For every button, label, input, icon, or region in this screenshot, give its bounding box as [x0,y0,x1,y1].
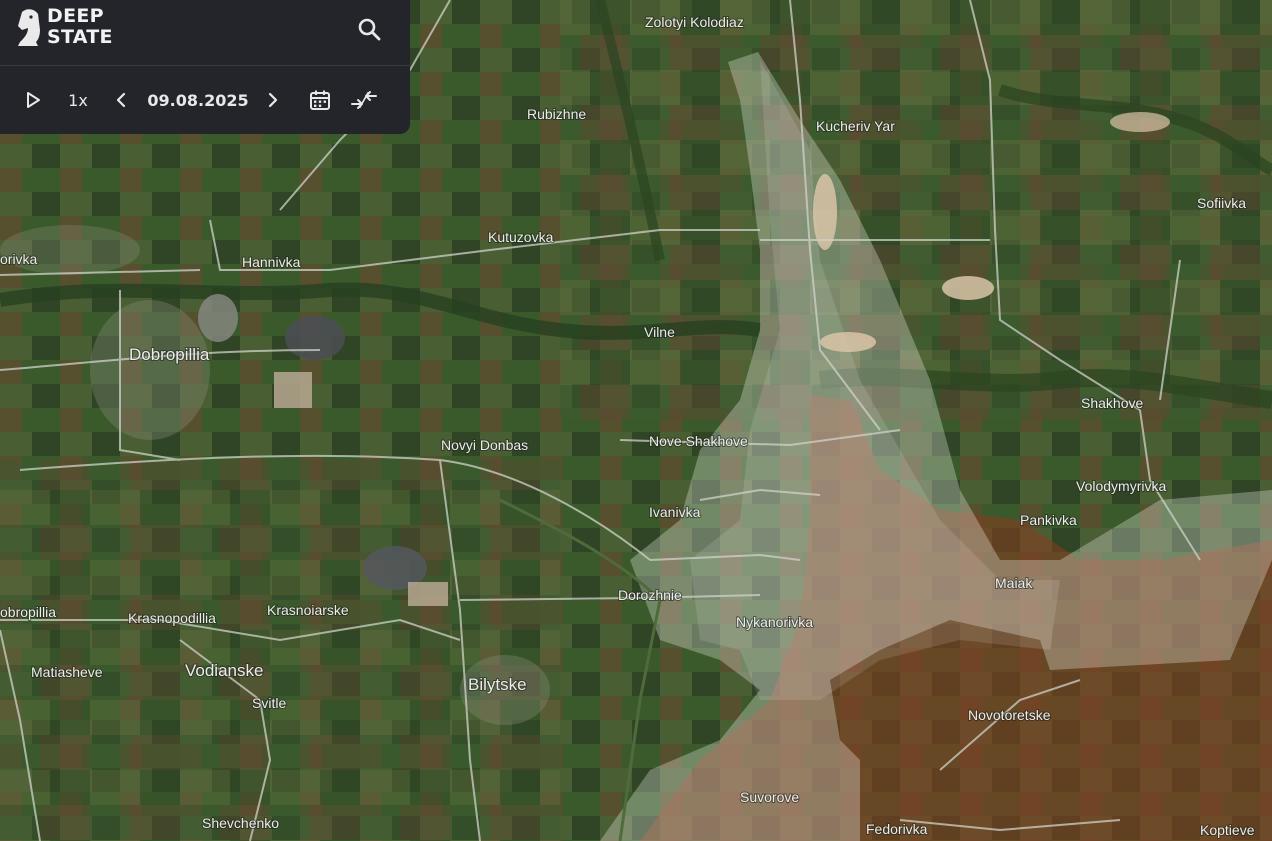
place-label-orivka[interactable]: orivka [0,250,39,268]
place-label-shevchenko[interactable]: Shevchenko [201,814,280,832]
terrain-fields-west [0,460,560,841]
chevron-left-icon [116,92,126,108]
place-label-hannivka[interactable]: Hannivka [241,253,302,271]
place-label-kucheriv-yar[interactable]: Kucheriv Yar [815,117,896,135]
quarry [813,174,837,250]
place-label-ivanivka[interactable]: Ivanivka [648,503,702,521]
place-label-matiasheve[interactable]: Matiasheve [30,663,104,681]
place-label-vodianske[interactable]: Vodianske [184,660,264,681]
search-icon [358,18,381,41]
quarry [285,316,345,360]
place-label-shakhove[interactable]: Shakhove [1080,394,1144,412]
town-area [90,300,210,440]
place-label-pankivka[interactable]: Pankivka [1019,511,1078,529]
place-label-kutuzovka[interactable]: Kutuzovka [487,228,555,246]
place-label-rubizhne[interactable]: Rubizhne [526,105,587,123]
brand-line1: DEEP [47,5,104,27]
quarry [274,372,312,408]
quarry [408,582,448,606]
place-label-koptieve[interactable]: Koptieve [1199,821,1256,839]
place-label-obropillia[interactable]: obropillia [0,603,57,621]
place-label-zolotyi-kolodiaz[interactable]: Zolotyi Kolodiaz [644,13,745,31]
play-button[interactable] [18,82,48,118]
place-label-suvorove[interactable]: Suvorove [739,788,800,806]
brand-name: DEEP STATE [47,6,113,48]
collapse-panel-button[interactable] [346,82,382,118]
brand-logo[interactable]: DEEP STATE [16,6,136,52]
collapse-arrows-icon [351,91,377,109]
place-label-svitle[interactable]: Svitle [251,694,287,712]
logo-knight-icon [18,9,40,46]
previous-date-button[interactable] [108,82,134,118]
place-label-dobropillia[interactable]: Dobropillia [128,344,211,365]
panel-divider [0,65,410,66]
quarry [1110,112,1170,132]
calendar-button[interactable] [304,82,336,118]
play-icon [27,92,40,108]
place-label-nykanorivka[interactable]: Nykanorivka [735,613,814,631]
place-label-novotoretske[interactable]: Novotoretske [967,706,1052,724]
place-label-novyi-donbas[interactable]: Novyi Donbas [440,436,529,454]
control-panel: DEEP STATE 1x 09.08.2025 [0,0,410,134]
current-date[interactable]: 09.08.2025 [140,82,256,118]
place-label-krasnopodillia[interactable]: Krasnopodillia [127,609,217,627]
quarry [198,294,238,342]
search-button[interactable] [354,14,386,46]
place-label-maiak[interactable]: Maiak [994,574,1034,592]
calendar-icon [310,90,330,110]
playback-speed-button[interactable]: 1x [60,82,96,118]
place-label-sofiivka[interactable]: Sofiivka [1196,194,1247,212]
place-label-vilne[interactable]: Vilne [643,323,676,341]
town-area [0,225,140,275]
place-label-nove-shakhove[interactable]: Nove Shakhove [648,432,749,450]
quarry [820,332,876,352]
place-label-dorozhnie[interactable]: Dorozhnie [617,586,683,604]
place-label-fedorivka[interactable]: Fedorivka [865,820,929,838]
quarry [942,276,994,300]
chevron-right-icon [268,92,278,108]
place-label-bilytske[interactable]: Bilytske [467,674,528,695]
next-date-button[interactable] [260,82,286,118]
brand-line2: STATE [47,26,113,48]
place-label-krasnoiarske[interactable]: Krasnoiarske [266,601,350,619]
place-label-volodymyrivka[interactable]: Volodymyrivka [1075,477,1167,495]
